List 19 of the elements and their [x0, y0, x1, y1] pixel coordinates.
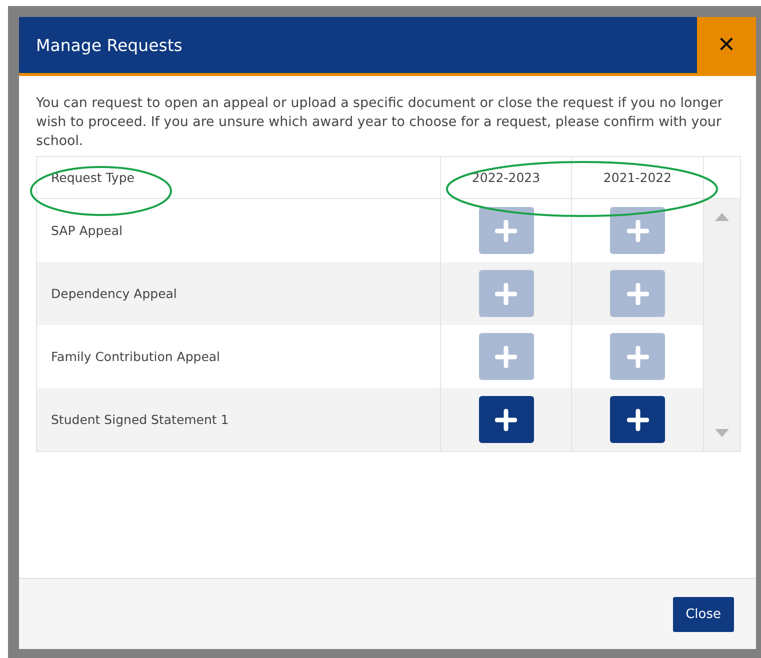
scroll-up-icon — [715, 213, 729, 221]
intro-text: You can request to open an appeal or upload a specific document or close the request if you no longer wish to proceed. If you are unsure which award year to choose for a request, please confirm with your school. — [36, 95, 724, 151]
table-cell: Dependency Appeal — [37, 262, 441, 325]
plus-icon — [495, 346, 517, 368]
plus-icon — [626, 346, 648, 368]
dialog-title: Manage Requests — [35, 36, 182, 54]
plus-icon — [626, 220, 648, 242]
scroll-down-icon — [715, 429, 729, 437]
add-button[interactable] — [610, 396, 665, 443]
plus-icon — [626, 408, 648, 430]
plus-icon — [495, 220, 517, 242]
plus-icon — [495, 408, 517, 430]
close-button[interactable]: ✕ — [697, 17, 756, 73]
add-button[interactable] — [478, 396, 534, 443]
plus-icon — [626, 282, 648, 304]
table-cell: Student Signed Statement 1 — [37, 388, 441, 451]
scrollbar[interactable] — [704, 199, 740, 451]
plus-icon — [495, 282, 517, 304]
close-button[interactable]: Close — [672, 596, 734, 632]
